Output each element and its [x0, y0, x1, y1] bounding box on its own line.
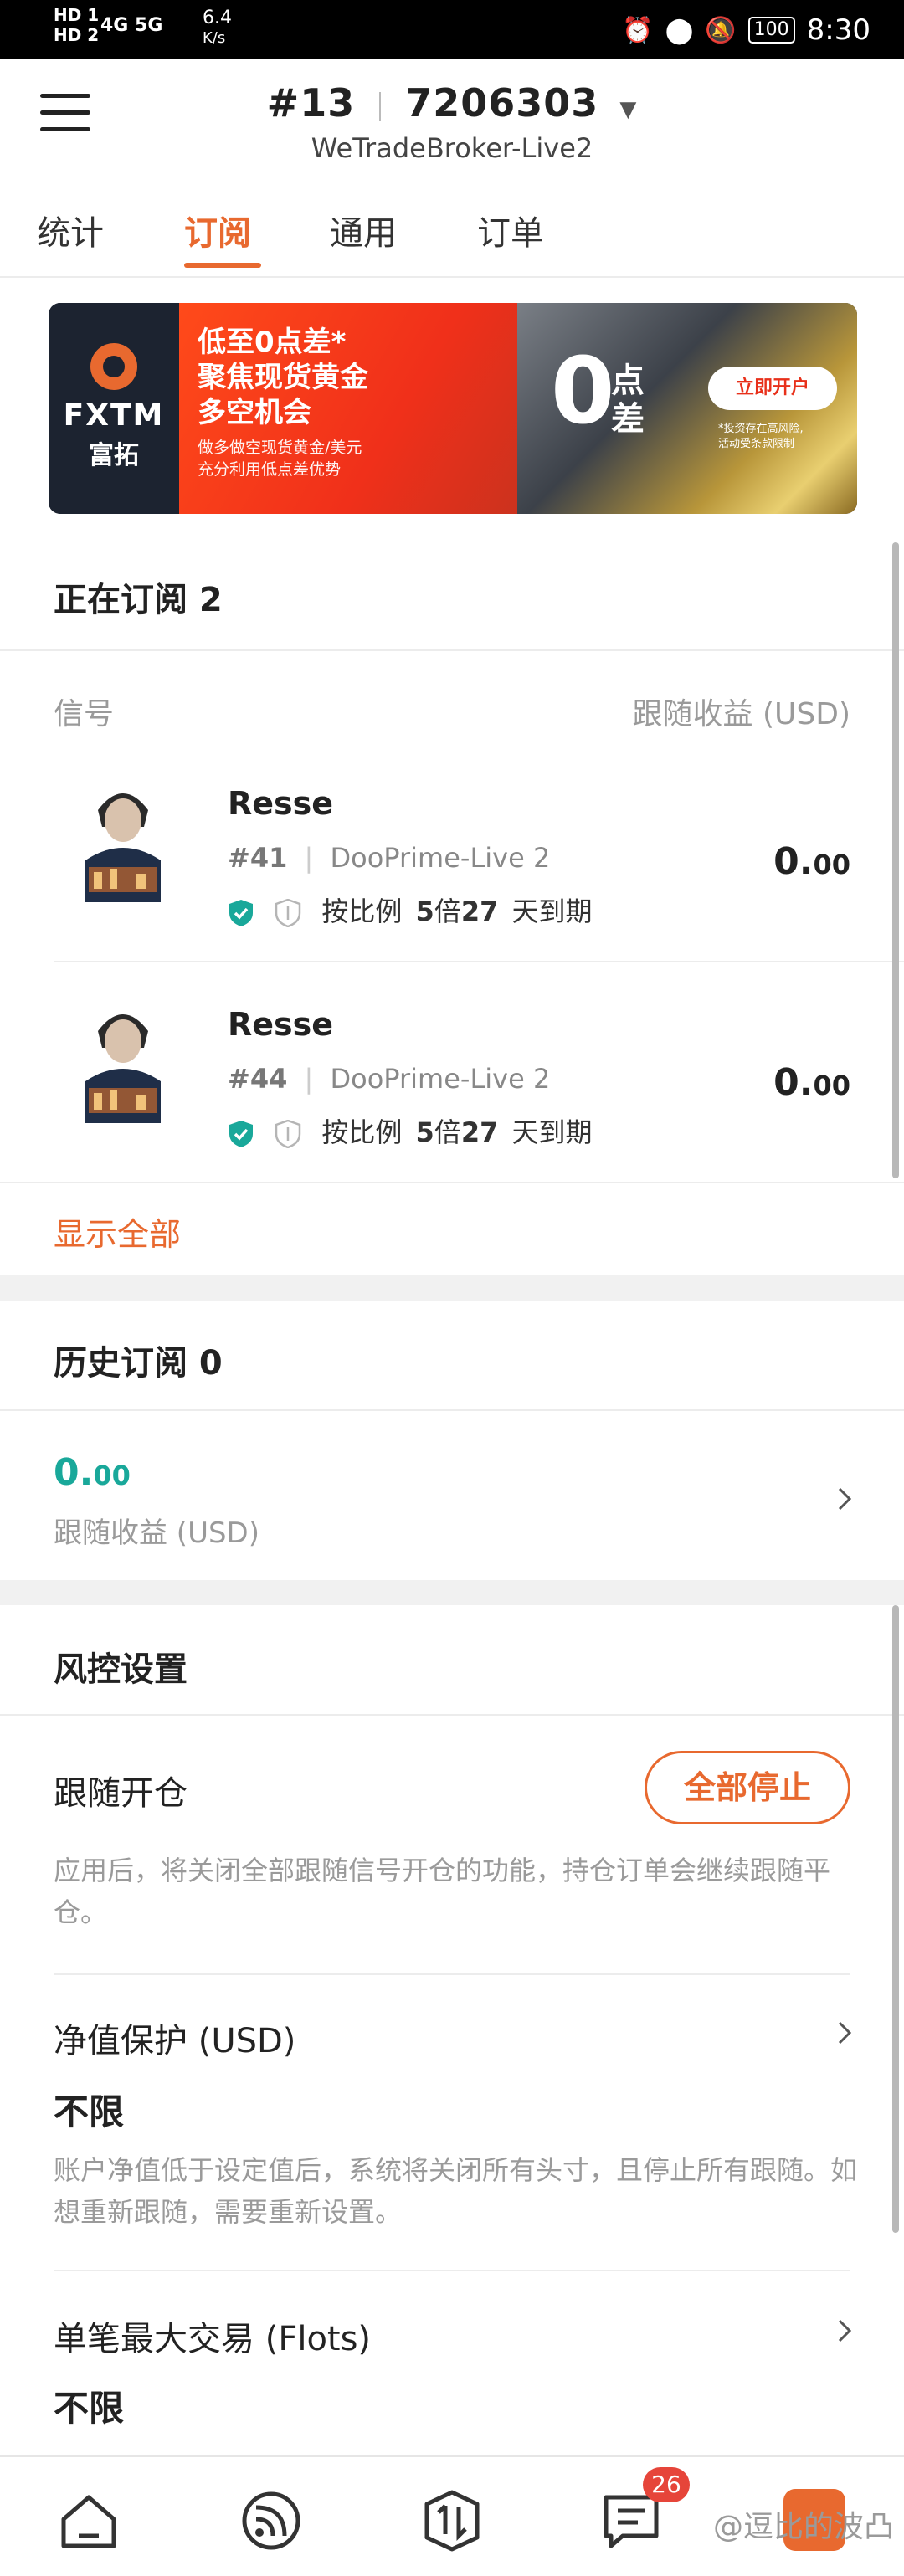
history-profit-row[interactable]: 0.00 跟随收益 (USD)	[0, 1409, 904, 1580]
ad-banner[interactable]: FXTM 富拓 低至0点差* 聚焦现货黄金 多空机会 做多做空现货黄金/美元 充…	[49, 303, 857, 514]
status-bar: HD 1 HD 2 4G 5G 6.4 K/s ⏰ ⬤ 🔕 100 8:30	[0, 0, 904, 59]
guard-shield-icon	[275, 899, 301, 927]
account-selector[interactable]: #13 7206303 ▼	[0, 80, 904, 126]
chevron-right-icon	[838, 2319, 852, 2343]
equity-protection-value: 不限	[54, 2091, 125, 2132]
signals-icon[interactable]	[239, 2489, 303, 2553]
verified-shield-icon	[229, 900, 253, 926]
promo-line-1: 低至0点差*	[198, 326, 347, 359]
battery-icon: 100	[747, 17, 795, 44]
brand-cn: 富拓	[89, 441, 139, 470]
tab-stats[interactable]: 统计	[37, 206, 104, 254]
equity-protection-desc: 账户净值低于设定值后，系统将关闭所有头寸，且停止所有跟随。如想重新跟随，需要重新…	[54, 2154, 858, 2228]
tab-subscriptions[interactable]: 订阅	[184, 206, 251, 254]
equity-protection-row[interactable]: 净值保护 (USD) 不限 账户净值低于设定值后，系统将关闭所有头寸，且停止所有…	[0, 1975, 904, 2268]
tab-orders[interactable]: 订单	[477, 206, 544, 254]
trade-icon[interactable]	[420, 2489, 484, 2553]
active-subscriptions-card: 正在订阅 2 信号 跟随收益 (USD) Resse #41 | DooPrim…	[0, 539, 904, 1275]
alarm-icon: ⏰	[622, 15, 654, 45]
equity-protection-label: 净值保护 (USD)	[54, 2022, 296, 2060]
history-profit-label: 跟随收益 (USD)	[54, 1516, 259, 1550]
bottom-nav: 26 @逗比的波凸	[0, 2455, 904, 2576]
caret-down-icon: ▼	[619, 97, 638, 122]
promo-line-3: 多空机会	[198, 396, 311, 429]
scrollbar[interactable]	[892, 1605, 899, 2233]
divider	[0, 1182, 904, 1183]
max-trade-value: 不限	[54, 2388, 125, 2429]
app-header: #13 7206303 ▼ WeTradeBroker-Live2	[0, 59, 904, 181]
follow-profit: 0.00	[773, 840, 850, 883]
risk-title: 风控设置	[54, 1650, 187, 1689]
account-prefix: #13	[266, 80, 356, 126]
ad-banner-container: FXTM 富拓 低至0点差* 聚焦现货黄金 多空机会 做多做空现货黄金/美元 充…	[0, 278, 904, 539]
trader-name: Resse	[228, 1006, 334, 1043]
show-all-link[interactable]: 显示全部	[54, 1208, 181, 1255]
divider	[54, 961, 904, 962]
zero-spread-caption: 点差	[611, 362, 645, 439]
tab-general[interactable]: 通用	[330, 206, 397, 254]
trader-terms: 按比例 5倍27 天到期	[228, 890, 593, 929]
active-subscriptions-title: 正在订阅 2	[54, 581, 223, 619]
zero-spread: 0	[551, 337, 615, 444]
chevron-right-icon	[838, 1487, 852, 1511]
divider	[0, 649, 904, 651]
net-speed: 6.4 K/s	[203, 8, 232, 48]
mute-icon: 🔕	[705, 15, 737, 45]
promo-text: 低至0点差* 聚焦现货黄金 多空机会 做多做空现货黄金/美元 充分利用低点差优势	[179, 303, 531, 514]
trader-name: Resse	[228, 785, 334, 822]
signal-icon: 4G 5G	[100, 15, 163, 36]
history-profit-value: 0.00	[54, 1451, 131, 1494]
active-tab-indicator	[184, 263, 261, 268]
follow-open-label: 跟随开仓	[54, 1774, 187, 1813]
col-signal-label: 信号	[54, 697, 115, 731]
history-card: 历史订阅 0 0.00 跟随收益 (USD)	[0, 1301, 904, 1580]
server-name: WeTradeBroker-Live2	[311, 132, 593, 164]
location-icon: ⬤	[665, 15, 694, 45]
trader-avatar	[77, 989, 169, 1123]
status-right: ⏰ ⬤ 🔕 100 8:30	[622, 13, 871, 47]
open-account-button[interactable]: 立即开户	[708, 367, 837, 410]
max-trade-label: 单笔最大交易 (Flots)	[54, 2320, 372, 2358]
stop-all-button[interactable]: 全部停止	[645, 1751, 850, 1824]
promo-line-2: 聚焦现货黄金	[198, 361, 368, 394]
chevron-right-icon	[838, 2021, 852, 2045]
sim-indicator: HD 1 HD 2	[54, 5, 100, 45]
account-number: 7206303	[405, 80, 599, 126]
fxtm-logo: FXTM 富拓	[49, 303, 179, 514]
subscription-row[interactable]: Resse #41 | DooPrime-Live 2 按比例 5倍27 天到期…	[0, 757, 904, 971]
promo-line-4: 做多做空现货黄金/美元 充分利用低点差优势	[198, 439, 362, 479]
history-title: 历史订阅 0	[54, 1344, 223, 1383]
tab-bar: 统计 订阅 通用 订单	[0, 181, 904, 278]
clock: 8:30	[806, 13, 871, 47]
verified-shield-icon	[229, 1121, 253, 1147]
trader-avatar	[77, 768, 169, 902]
subscription-row[interactable]: Resse #44 | DooPrime-Live 2 按比例 5倍27 天到期…	[0, 981, 904, 1195]
follow-open-desc: 应用后，将关闭全部跟随信号开仓的功能，持仓订单会继续跟随平仓。	[54, 1855, 831, 1928]
follow-profit: 0.00	[773, 1061, 850, 1104]
divider	[0, 1714, 904, 1716]
max-trade-row[interactable]: 单笔最大交易 (Flots) 不限	[0, 2271, 904, 2455]
scrollbar[interactable]	[892, 542, 899, 1178]
home-icon[interactable]	[57, 2489, 121, 2553]
trader-terms: 按比例 5倍27 天到期	[228, 1111, 593, 1150]
fxtm-logo-icon	[90, 343, 137, 390]
guard-shield-icon	[275, 1120, 301, 1148]
watermark: @逗比的波凸	[712, 2510, 894, 2544]
risk-settings-card: 风控设置 跟随开仓 全部停止 应用后，将关闭全部跟随信号开仓的功能，持仓订单会继…	[0, 1605, 904, 2455]
trader-account: #41 | DooPrime-Live 2	[228, 842, 551, 874]
risk-disclaimer: *投资存在高风险, 活动受条款限制	[718, 423, 804, 450]
trader-account: #44 | DooPrime-Live 2	[228, 1063, 551, 1095]
messages-badge: 26	[643, 2467, 690, 2502]
col-profit-label: 跟随收益 (USD)	[632, 697, 850, 731]
brand-en: FXTM	[63, 398, 165, 433]
